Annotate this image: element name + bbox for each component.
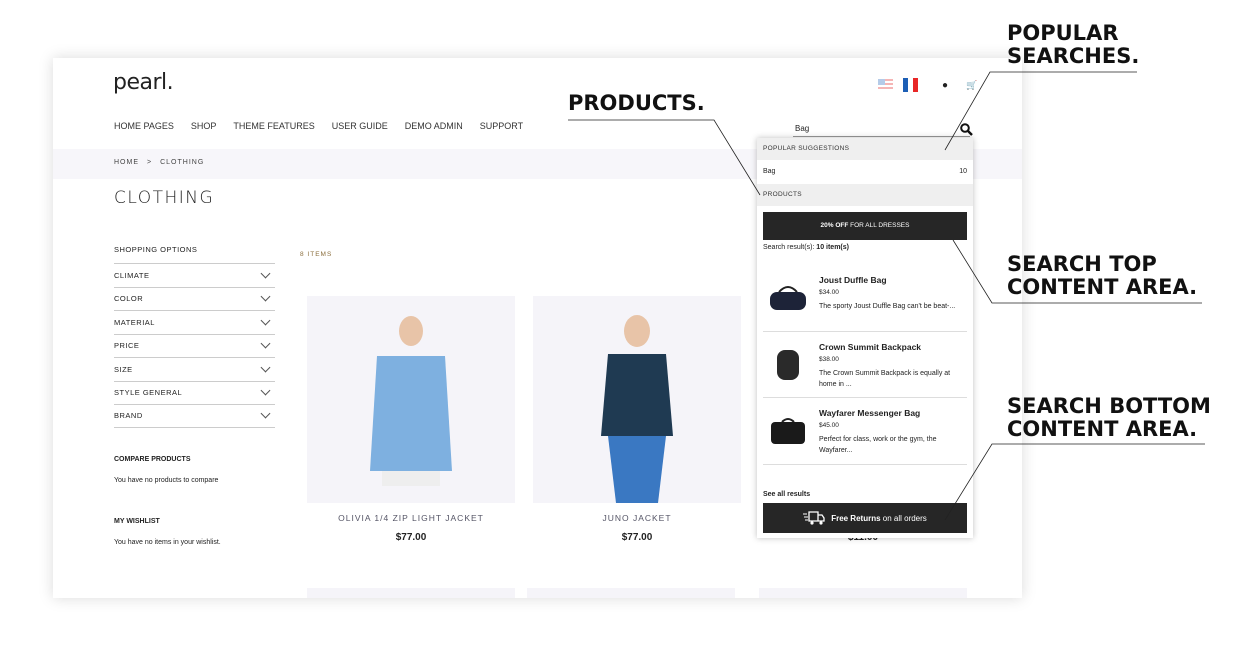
annotation-popular-searches: POPULAR SEARCHES.	[1007, 21, 1140, 68]
annotation-products: PRODUCTS.	[568, 91, 705, 115]
annotation-search-top: SEARCH TOP CONTENT AREA.	[1007, 252, 1198, 299]
annotation-search-bottom: SEARCH BOTTOM CONTENT AREA.	[1007, 394, 1211, 441]
